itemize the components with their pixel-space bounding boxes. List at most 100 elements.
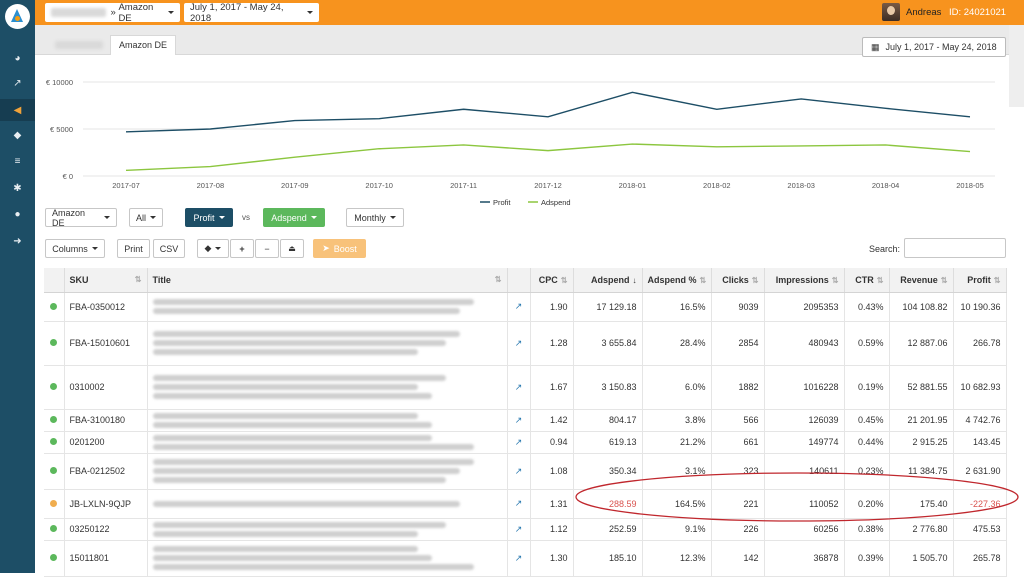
metric-b-dropdown[interactable]: Adspend	[263, 208, 325, 227]
header-clicks[interactable]: Clicks ⇅	[711, 268, 765, 293]
title-cell	[147, 489, 508, 519]
tab-account[interactable]	[47, 35, 111, 55]
megaphone-icon: ◀	[13, 104, 22, 116]
header-profit[interactable]: Profit ⇅	[953, 268, 1007, 293]
external-link-icon[interactable]: ↗	[507, 431, 531, 454]
external-link-icon[interactable]: ↗	[507, 540, 531, 577]
table-row[interactable]: 03250122 ↗ 1.12 252.59 9.1% 226 60256 0.38% 2 77…	[44, 518, 1007, 541]
header-cpc[interactable]: CPC ⇅	[530, 268, 574, 293]
table-row[interactable]: FBA-0350012 ↗ 1.90 17 129.18 16.5% 9039 209535…	[44, 292, 1007, 322]
status-cell	[44, 540, 65, 577]
table-row[interactable]: 0310002 ↗ 1.67 3 150.83 6.0% 1882 1016228 0.19%…	[44, 365, 1007, 410]
revenue-cell: 104 108.82	[889, 292, 954, 322]
remove-button[interactable]: −	[255, 239, 279, 258]
revenue-cell: 12 887.06	[889, 321, 954, 366]
chevron-down-icon	[310, 216, 317, 219]
sidebar-item-tag[interactable]: ◆	[0, 124, 35, 146]
y-tick-label: € 10000	[46, 78, 73, 87]
table-row[interactable]: 15011801 ↗ 1.30 185.10 12.3% 142 36878 0.39% 1 5…	[44, 540, 1007, 577]
table-header-row: SKU ⇅ Title ⇅ CPC ⇅ Adspend ↓ Adspend % ⇅ Cli…	[44, 268, 1007, 293]
print-button[interactable]: Print	[117, 239, 150, 258]
sidebar-item-megaphone[interactable]: ◀	[0, 99, 35, 121]
title-redacted-line	[152, 459, 474, 465]
header-revenue[interactable]: Revenue ⇅	[889, 268, 954, 293]
table-row[interactable]: FBA-15010601 ↗ 1.28 3 655.84 28.4% 2854 480943…	[44, 321, 1007, 366]
header-adspend-pct[interactable]: Adspend % ⇅	[642, 268, 712, 293]
sort-icon: ⇅	[134, 274, 142, 284]
sidebar-item-dashboard[interactable]: ◕	[0, 47, 35, 69]
table-row[interactable]: FBA-3100180 ↗ 1.42 804.17 3.8% 566 126039 0.45%…	[44, 409, 1007, 432]
impressions-cell: 60256	[764, 518, 845, 541]
revenue-cell: 175.40	[889, 489, 954, 519]
tag-dropdown[interactable]: ◆	[197, 239, 229, 258]
title-redacted-line	[152, 412, 418, 419]
user-name[interactable]: Andreas	[906, 7, 941, 18]
sort-icon: ⇅	[494, 274, 502, 284]
search-input[interactable]	[904, 238, 1006, 258]
csv-button[interactable]: CSV	[153, 239, 185, 258]
chevron-down-icon	[91, 247, 98, 250]
title-redacted-line	[152, 521, 446, 528]
date-range-selector[interactable]: July 1, 2017 - May 24, 2018	[184, 2, 319, 24]
scrollbar[interactable]	[1009, 25, 1024, 107]
filter-dropdown[interactable]: All	[129, 208, 163, 227]
add-button[interactable]: +	[230, 239, 254, 258]
logo-dot-icon	[15, 16, 20, 21]
status-dot	[50, 416, 58, 423]
y-tick-label: € 0	[63, 172, 73, 181]
date-range-picker-label: July 1, 2017 - May 24, 2018	[885, 42, 997, 52]
external-link-icon[interactable]: ↗	[507, 518, 531, 541]
interval-dropdown-label: Monthly	[354, 212, 386, 223]
avatar[interactable]	[882, 3, 900, 21]
metric-a-dropdown[interactable]: Profit	[185, 208, 233, 227]
external-link-icon[interactable]: ↗	[507, 453, 531, 490]
status-cell	[44, 409, 65, 432]
external-link-icon[interactable]: ↗	[507, 409, 531, 432]
interval-dropdown[interactable]: Monthly	[346, 208, 404, 227]
eject-button[interactable]: ⏏	[280, 239, 304, 258]
metric-a-label: Profit	[193, 212, 215, 223]
header-sku[interactable]: SKU ⇅	[64, 268, 148, 293]
title-redacted-line	[152, 384, 418, 390]
columns-button[interactable]: Columns	[45, 239, 105, 258]
sidebar-item-chart[interactable]: ↗	[0, 72, 35, 94]
sort-icon: ⇅	[699, 275, 707, 285]
csv-button-label: CSV	[159, 243, 179, 254]
vs-label: vs	[242, 213, 250, 222]
sidebar-item-logout[interactable]: ➜	[0, 230, 35, 252]
header-adspend[interactable]: Adspend ↓	[573, 268, 643, 293]
tab-amazon-de[interactable]: Amazon DE	[110, 35, 177, 55]
sidebar-item-cogs[interactable]: ✱	[0, 177, 35, 199]
external-link-icon[interactable]: ↗	[507, 292, 531, 322]
sku-cell: FBA-0350012	[64, 292, 148, 322]
title-redacted-line	[152, 530, 418, 537]
external-link-icon[interactable]: ↗	[507, 321, 531, 366]
header-ctr[interactable]: CTR ⇅	[844, 268, 890, 293]
header-impressions[interactable]: Impressions ⇅	[764, 268, 845, 293]
header-title-label: Title	[152, 274, 171, 285]
cogs-icon: ✱	[13, 182, 22, 194]
cpc-cell: 1.42	[530, 409, 574, 432]
sort-icon: ⇅	[940, 275, 948, 285]
external-link-icon[interactable]: ↗	[507, 489, 531, 519]
boost-button[interactable]: ➤ Boost	[313, 239, 366, 258]
marketplace-dropdown[interactable]: Amazon DE	[45, 208, 117, 228]
table-row[interactable]: 0201200 ↗ 0.94 619.13 21.2% 661 149774 0.44% 2 9…	[44, 431, 1007, 454]
account-selector[interactable]: » Amazon DE	[45, 2, 180, 24]
header-title[interactable]: Title ⇅	[147, 268, 508, 293]
title-redacted-line	[152, 477, 446, 483]
sidebar-item-user[interactable]: ●	[0, 203, 35, 225]
cpc-cell: 1.08	[530, 453, 574, 490]
table-row[interactable]: FBA-0212502 ↗ 1.08 350.34 3.1% 323 140611 0.23%…	[44, 453, 1007, 490]
table-row[interactable]: JB-LXLN-9QJP ↗ 1.31 288.59 164.5% 221 110052 0.…	[44, 489, 1007, 519]
app-logo[interactable]	[5, 4, 30, 29]
sidebar-item-database[interactable]: ≡	[0, 150, 35, 172]
external-link-icon[interactable]: ↗	[507, 365, 531, 410]
header-status	[44, 268, 65, 293]
clicks-cell: 661	[711, 431, 765, 454]
columns-button-label: Columns	[52, 243, 88, 254]
header-cpc-label: CPC	[538, 274, 558, 285]
date-range-picker[interactable]: ▦ July 1, 2017 - May 24, 2018	[862, 37, 1006, 57]
logout-icon: ➜	[13, 235, 22, 247]
title-redacted-line	[152, 421, 432, 428]
